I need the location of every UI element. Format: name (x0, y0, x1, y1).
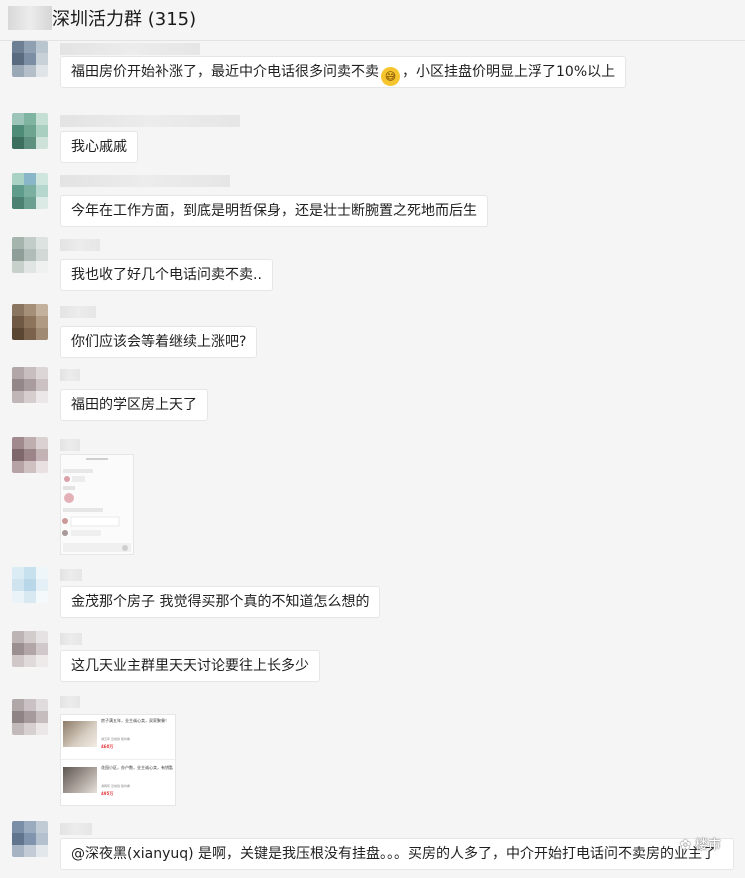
listing-tags: 满两年 近地铁 随时看 (101, 784, 130, 788)
chat-header: 深圳活力群 (315) (0, 0, 745, 41)
sender-name (60, 439, 80, 451)
listing-tag: 近地铁 (110, 737, 120, 741)
message-text: 这几天业主群里天天讨论要往上长多少 (71, 658, 309, 674)
sender-name (60, 823, 92, 835)
wechat-icon: ✿ (680, 838, 691, 853)
listing-price: 495万 (101, 791, 114, 796)
message-bubble[interactable]: 福田的学区房上天了 (60, 389, 208, 421)
sender-name (60, 175, 230, 187)
message-bubble[interactable]: @深夜黑(xianyuq) 是啊，关键是我压根没有挂盘。。。买房的人多了，中介开… (60, 838, 734, 870)
listing-tags: 满五年 近地铁 随时看 (101, 737, 130, 741)
message-text: 你们应该会等着继续上涨吧? (71, 334, 247, 350)
listing-tag: 满五年 (101, 737, 111, 741)
avatar[interactable] (12, 237, 48, 273)
avatar[interactable] (12, 699, 48, 735)
message-text: 福田房价开始补涨了，最近中介电话很多问卖不卖 (71, 64, 379, 80)
avatar[interactable] (12, 437, 48, 473)
listing-title: 花园小区，办户数，业主诚心卖，有钥匙 (101, 765, 173, 770)
listing-screenshot-image[interactable]: 房子满五年，业主诚心卖，双家聚餐！ 满五年 近地铁 随时看 460万 花园小区，… (60, 714, 176, 806)
message-text: 金茂那个房子 我觉得买那个真的不知道怎么想的 (71, 594, 370, 610)
group-avatar (8, 6, 52, 30)
listing-title: 房子满五年，业主诚心卖，双家聚餐！ (101, 718, 169, 723)
listing-tag: 随时看 (120, 784, 130, 788)
message-bubble[interactable]: 你们应该会等着继续上涨吧? (60, 326, 258, 358)
sender-name (60, 369, 80, 381)
message-bubble[interactable]: 我心戚戚 (60, 131, 138, 163)
message-text: 福田的学区房上天了 (71, 397, 197, 413)
avatar[interactable] (12, 41, 48, 77)
avatar[interactable] (12, 113, 48, 149)
listing-tag: 随时看 (120, 737, 130, 741)
message-bubble[interactable]: 福田房价开始补涨了，最近中介电话很多问卖不卖 😅 ，小区挂盘价明显上浮了10%以上 (60, 56, 627, 88)
divider (61, 759, 175, 760)
sender-name (60, 633, 82, 645)
message-text: ，小区挂盘价明显上浮了10%以上 (402, 64, 616, 80)
listing-photo (63, 721, 97, 747)
sender-name (60, 43, 200, 55)
message-text: 我也收了好几个电话问卖不卖.. (71, 267, 262, 283)
message-bubble[interactable]: 这几天业主群里天天讨论要往上长多少 (60, 650, 320, 682)
message-text: 今年在工作方面，到底是明哲保身，还是壮士断腕置之死地而后生 (71, 203, 477, 219)
watermark-text: 楼市 (695, 838, 722, 853)
listing-tag: 满两年 (101, 784, 111, 788)
avatar[interactable] (12, 173, 48, 209)
listing-tag: 近地铁 (110, 784, 120, 788)
avatar[interactable] (12, 821, 48, 857)
chat-screenshot-icon (61, 455, 133, 554)
listing-price: 460万 (101, 744, 114, 749)
sender-name (60, 306, 96, 318)
sweat-smile-emoji-icon: 😅 (381, 67, 400, 86)
message-bubble[interactable]: 我也收了好几个电话问卖不卖.. (60, 259, 273, 291)
avatar[interactable] (12, 367, 48, 403)
sender-name (60, 569, 82, 581)
message-text: 我心戚戚 (71, 139, 127, 155)
sender-name (60, 239, 100, 251)
listing-photo (63, 767, 97, 793)
message-text: @深夜黑(xianyuq) 是啊，关键是我压根没有挂盘。。。买房的人多了，中介开… (71, 846, 717, 862)
message-bubble[interactable]: 今年在工作方面，到底是明哲保身，还是壮士断腕置之死地而后生 (60, 195, 488, 227)
watermark: ✿ 楼市 (680, 834, 721, 853)
sender-name (60, 696, 80, 708)
avatar[interactable] (12, 567, 48, 603)
group-title[interactable]: 深圳活力群 (315) (52, 5, 196, 31)
chat-screenshot-image[interactable] (60, 454, 134, 555)
message-bubble[interactable]: 金茂那个房子 我觉得买那个真的不知道怎么想的 (60, 586, 381, 618)
avatar[interactable] (12, 631, 48, 667)
avatar[interactable] (12, 304, 48, 340)
sender-name (60, 115, 240, 127)
